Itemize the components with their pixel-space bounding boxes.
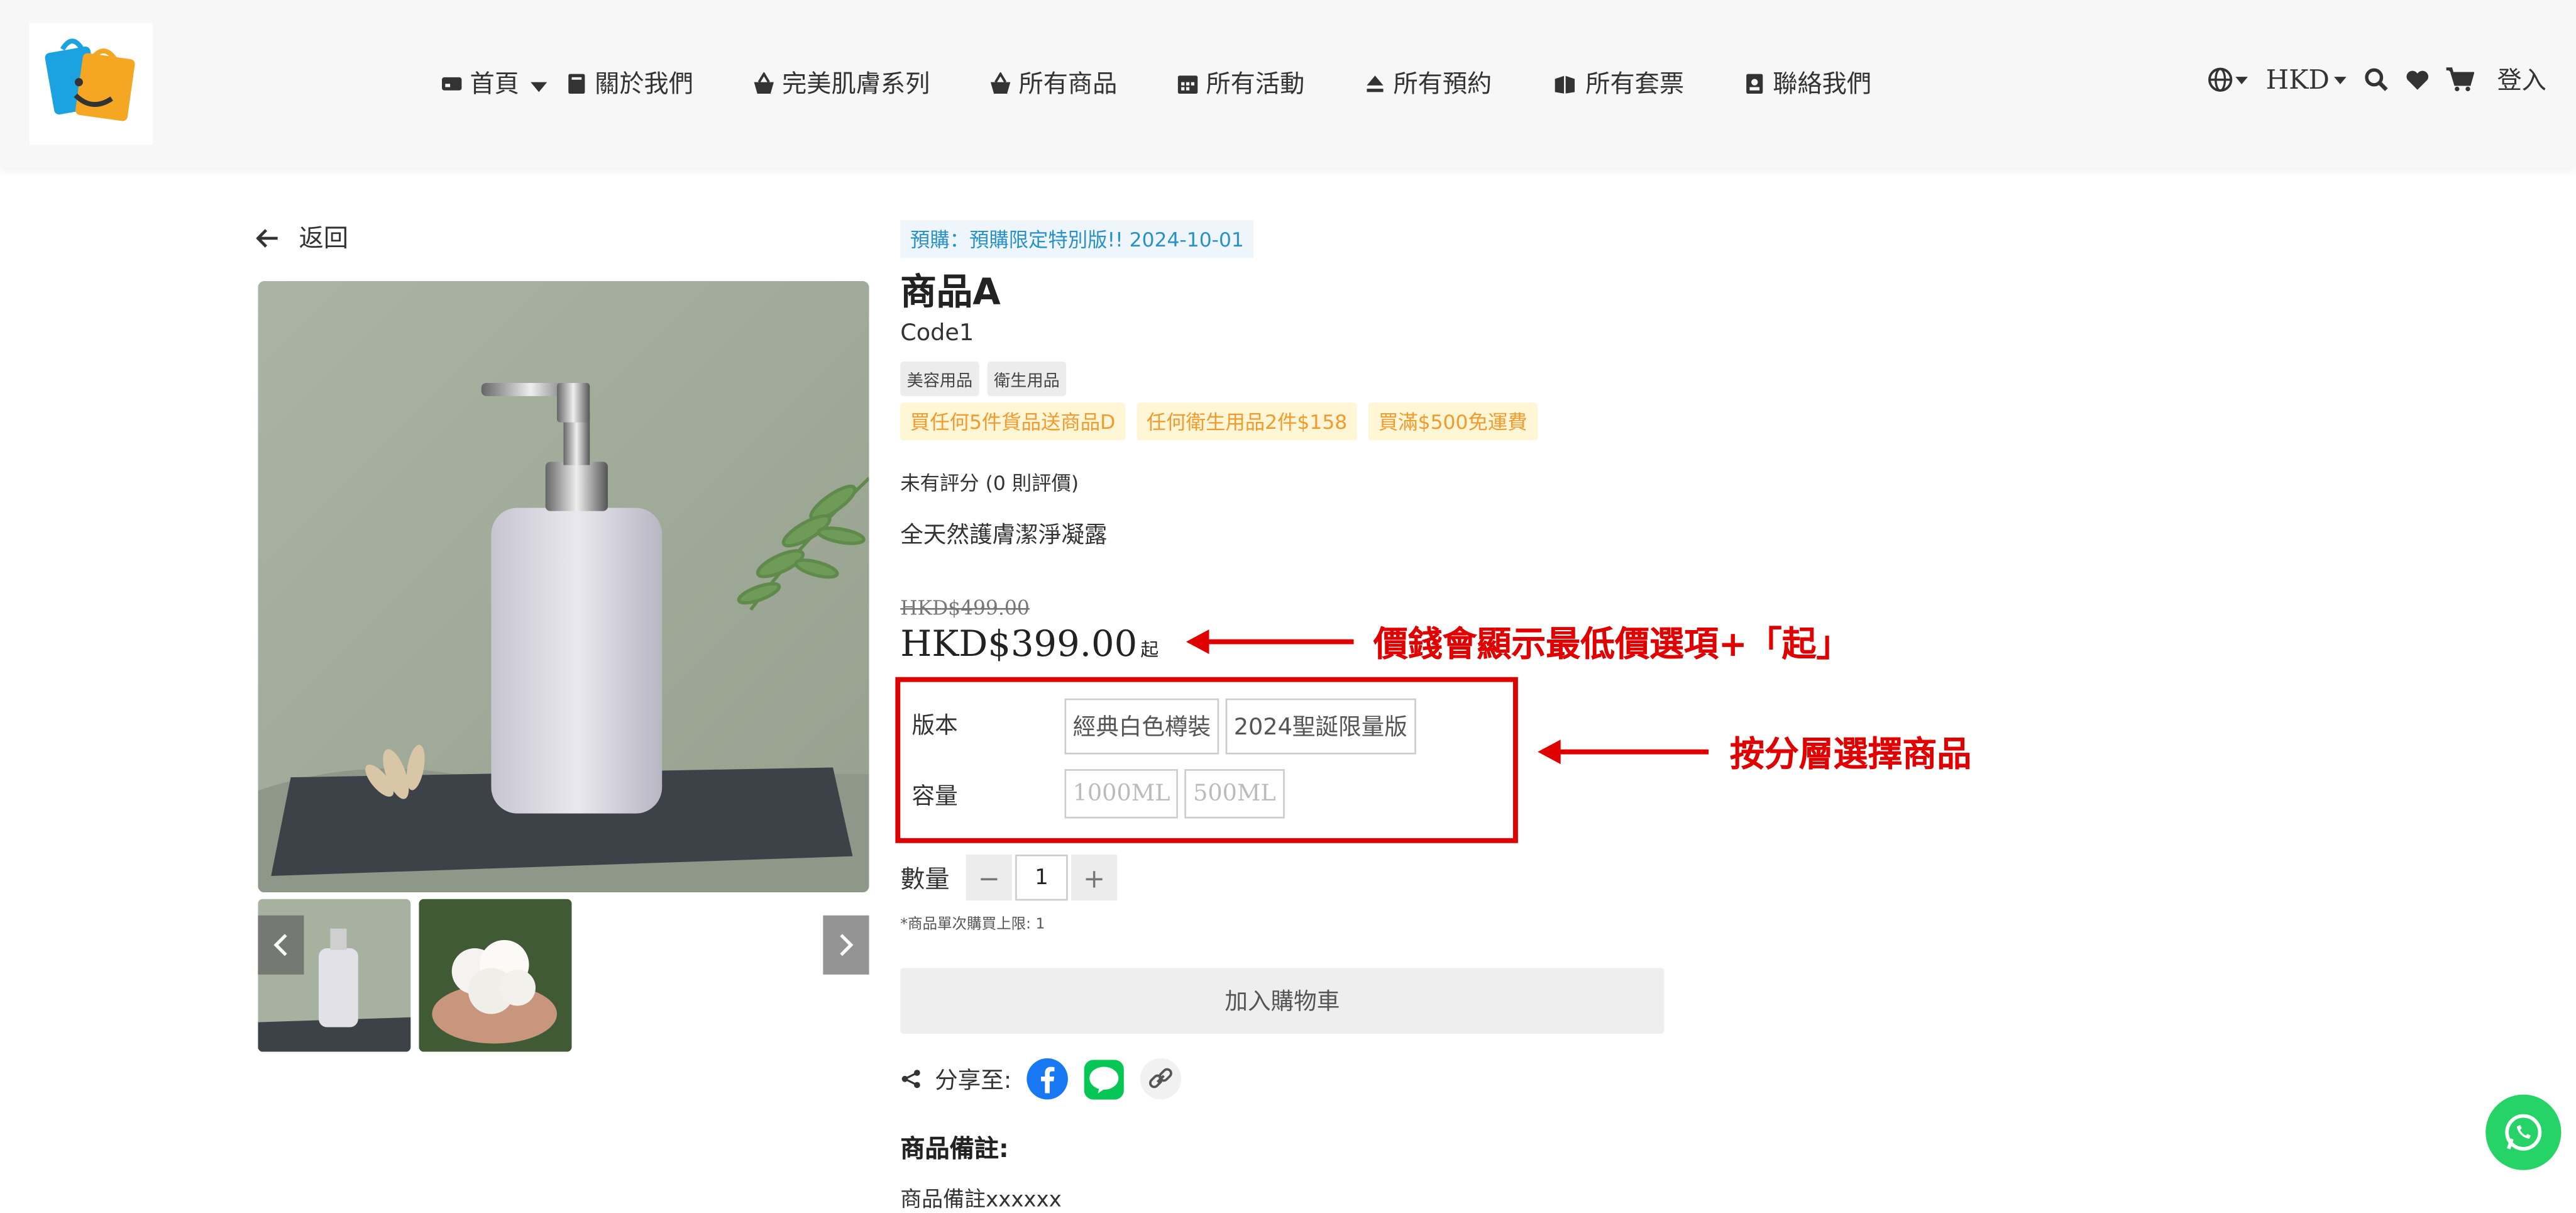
quantity-input[interactable]: 1 <box>1015 855 1068 901</box>
nav-item-home[interactable]: 首頁 <box>440 66 549 101</box>
thumbnail-prev-button[interactable] <box>258 915 304 975</box>
address-book-icon <box>1746 73 1763 93</box>
search-icon[interactable] <box>2364 67 2389 92</box>
nav-item-packages[interactable]: 所有套票 <box>1551 66 1684 101</box>
remarks-title: 商品備註: <box>900 1134 1009 1164</box>
price-suffix: 起 <box>1140 639 1159 661</box>
variant-option[interactable]: 經典白色樽裝 <box>1064 698 1219 755</box>
version-label: 版本 <box>911 713 958 740</box>
box-open-icon <box>1555 74 1575 93</box>
arrow-left-icon <box>256 228 278 247</box>
promotion-badges: 買任何5件貨品送商品D 任何衛生用品2件$158 買滿$500免運費 <box>900 402 1548 441</box>
variant-option[interactable]: 500ML <box>1185 769 1284 819</box>
thumbnail-2[interactable] <box>419 899 572 1052</box>
nav-item-contact[interactable]: 聯絡我們 <box>1743 66 1871 101</box>
logo[interactable] <box>30 23 153 145</box>
variant-annotation-arrow <box>1554 749 1709 755</box>
preorder-badge: 預購：預購限定特別版!! 2024-10-01 <box>900 220 1254 258</box>
variant-annotation-text: 按分層選擇商品 <box>1730 734 1972 774</box>
product-thumbnails <box>258 899 869 1052</box>
heart-icon[interactable] <box>2405 68 2430 91</box>
thumbnail-next-button[interactable] <box>823 915 869 975</box>
nav-item-bookings[interactable]: 所有預約 <box>1363 66 1492 101</box>
caret-down-icon <box>2334 75 2347 84</box>
promo-badge[interactable]: 買任何5件貨品送商品D <box>900 402 1125 441</box>
tag-item[interactable]: 美容用品 <box>900 361 979 396</box>
price-annotation-text: 價錢會顯示最低價選項+「起」 <box>1373 624 1851 664</box>
eject-icon <box>1367 74 1384 92</box>
purchase-limit-note: *商品單次購買上限: 1 <box>900 917 1045 934</box>
page-root: 首頁 關於我們 完美肌膚系列 所有商品 所有活動 所有預約 所有套票 聯絡我們 … <box>0 0 2576 1213</box>
product-description: 全天然護膚潔淨凝露 <box>900 523 1108 549</box>
nav-series-label: 完美肌膚系列 <box>782 69 930 99</box>
nav-about-label: 關於我們 <box>595 69 693 99</box>
nav-item-events[interactable]: 所有活動 <box>1176 66 1304 101</box>
currency-selector[interactable]: HKD <box>2266 64 2348 96</box>
language-selector[interactable] <box>2208 67 2249 92</box>
volume-label: 容量 <box>911 784 958 811</box>
product-main-image[interactable] <box>258 280 869 893</box>
product-code: Code1 <box>900 320 974 347</box>
quantity-stepper: 數量 − 1 + <box>900 855 1118 901</box>
caret-down-icon <box>531 81 548 92</box>
version-options: 經典白色樽裝 2024聖誕限量版 <box>1064 698 1423 755</box>
product-tags: 美容用品 衛生用品 <box>900 361 1074 396</box>
currency-label: HKD <box>2265 64 2330 96</box>
promo-badge[interactable]: 任何衛生用品2件$158 <box>1137 402 1357 441</box>
arrowhead-left-icon <box>1186 629 1209 655</box>
share-row: 分享至: <box>900 1056 1196 1101</box>
share-icon <box>901 1070 920 1088</box>
site-header: 首頁 關於我們 完美肌膚系列 所有商品 所有活動 所有預約 所有套票 聯絡我們 … <box>0 0 2576 168</box>
nav-packages-label: 所有套票 <box>1585 69 1685 99</box>
copy-link-icon[interactable] <box>1138 1056 1182 1101</box>
arrowhead-left-icon <box>1538 739 1561 765</box>
product-title: 商品A <box>900 272 1001 314</box>
caret-down-icon <box>2235 75 2248 84</box>
price-value: HKD$399.00 <box>900 624 1138 666</box>
login-link[interactable]: 登入 <box>2497 62 2546 97</box>
variant-option[interactable]: 1000ML <box>1064 769 1179 819</box>
whatsapp-button[interactable] <box>2485 1094 2562 1170</box>
tag-item[interactable]: 衛生用品 <box>987 361 1067 396</box>
nav-item-about[interactable]: 關於我們 <box>565 66 693 101</box>
current-price: HKD$399.00 起 <box>900 624 1159 665</box>
price-annotation-arrow <box>1203 639 1354 645</box>
quantity-increase-button[interactable]: + <box>1071 855 1118 901</box>
variant-selector: 版本 經典白色樽裝 2024聖誕限量版 容量 1000ML 500ML <box>895 677 1518 843</box>
original-price: HKD$499.00 <box>900 596 1030 620</box>
drive-icon <box>442 76 462 90</box>
nav-contact-label: 聯絡我們 <box>1773 69 1872 99</box>
whatsapp-icon <box>2505 1114 2542 1151</box>
volume-options: 1000ML 500ML <box>1064 769 1291 819</box>
promo-badge[interactable]: 買滿$500免運費 <box>1368 402 1538 441</box>
rating-summary[interactable]: 未有評分 (0 則評價) <box>900 468 1079 496</box>
calendar-icon <box>1178 74 1198 93</box>
globe-icon <box>2208 67 2233 92</box>
share-label: 分享至: <box>935 1067 1012 1094</box>
facebook-icon[interactable] <box>1025 1056 1069 1101</box>
quantity-label: 數量 <box>900 863 950 894</box>
nav-products-label: 所有商品 <box>1018 69 1118 99</box>
nav-bookings-label: 所有預約 <box>1393 69 1492 99</box>
add-to-cart-button[interactable]: 加入購物車 <box>900 968 1665 1034</box>
basket-icon <box>754 71 774 93</box>
quantity-decrease-button[interactable]: − <box>966 855 1012 901</box>
nav-item-series[interactable]: 完美肌膚系列 <box>752 66 930 101</box>
basket-icon <box>991 71 1011 93</box>
cart-icon[interactable] <box>2446 67 2474 92</box>
nav-home-label: 首頁 <box>470 69 519 99</box>
line-icon[interactable] <box>1082 1058 1125 1100</box>
header-actions: HKD 登入 <box>2192 62 2546 97</box>
book-icon <box>568 73 585 93</box>
chevron-left-icon <box>273 934 287 956</box>
remarks-text: 商品備註xxxxxx <box>900 1188 1062 1213</box>
chevron-right-icon <box>840 934 854 956</box>
nav-item-products[interactable]: 所有商品 <box>989 66 1117 101</box>
variant-option[interactable]: 2024聖誕限量版 <box>1225 698 1416 755</box>
back-label: 返回 <box>299 223 349 253</box>
main-nav: 首頁 關於我們 完美肌膚系列 所有商品 所有活動 所有預約 所有套票 聯絡我們 <box>440 66 1930 101</box>
back-link[interactable]: 返回 <box>256 220 348 255</box>
nav-events-label: 所有活動 <box>1206 69 1305 99</box>
